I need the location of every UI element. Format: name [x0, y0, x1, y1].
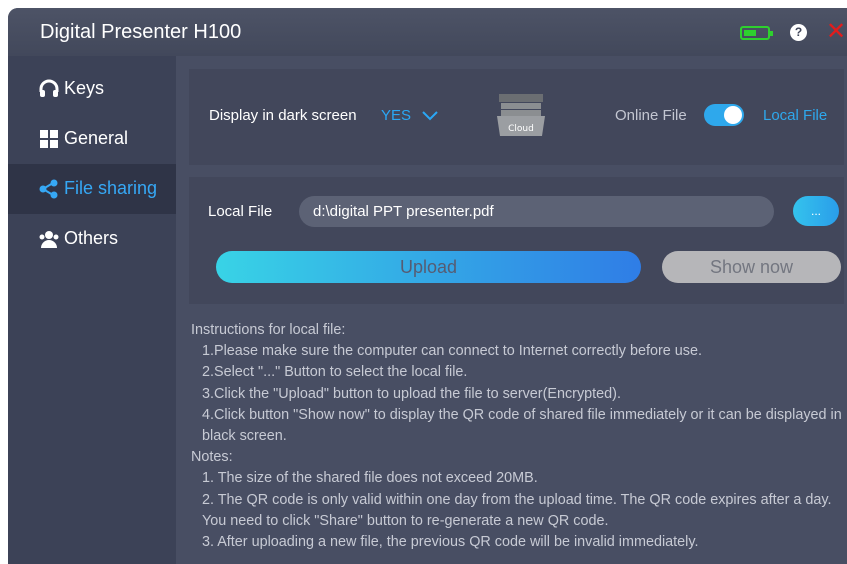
sidebar-item-general[interactable]: General	[8, 114, 176, 164]
instruction-step: 2.Select "..." Button to select the loca…	[202, 364, 468, 381]
file-upload-panel: Local File d:\digital PPT presenter.pdf …	[189, 177, 844, 304]
sidebar-item-label: File sharing	[64, 178, 158, 198]
share-icon	[39, 179, 58, 199]
instruction-step: 4.Click button "Show now" to display the…	[202, 406, 842, 445]
file-source-toggle[interactable]	[704, 104, 744, 126]
browse-button[interactable]: ...	[793, 196, 839, 226]
battery-level	[744, 30, 756, 36]
note-item: 3. After uploading a new file, the previ…	[202, 534, 699, 551]
note-item: 1. The size of the shared file does not …	[202, 470, 538, 487]
title-bar: Digital Presenter H100 ? ✕	[8, 8, 847, 56]
sidebar-item-label: Others	[64, 228, 119, 248]
instructions-text: Instructions for local file: 1.Please ma…	[191, 320, 843, 553]
online-file-label[interactable]: Online File	[615, 107, 687, 124]
file-path-input[interactable]: d:\digital PPT presenter.pdf	[299, 196, 774, 227]
display-settings-panel: Display in dark screen YES Cloud Online …	[189, 69, 844, 165]
sidebar-item-file-sharing[interactable]: File sharing	[8, 164, 176, 214]
main-content: Display in dark screen YES Cloud Online …	[176, 56, 847, 564]
battery-icon	[740, 26, 773, 40]
help-icon[interactable]: ?	[790, 24, 807, 41]
grid-icon	[40, 130, 58, 148]
sidebar-item-label: General	[64, 128, 129, 148]
notes-heading: Notes:	[191, 449, 233, 466]
instruction-step: 1.Please make sure the computer can conn…	[202, 343, 702, 360]
dark-screen-label: Display in dark screen	[209, 107, 357, 124]
note-item: 2. The QR code is only valid within one …	[202, 491, 832, 529]
dark-screen-value[interactable]: YES	[381, 107, 411, 124]
sidebar-item-label: Keys	[64, 78, 105, 98]
sidebar-item-keys[interactable]: Keys	[8, 64, 176, 114]
cloud-storage-icon[interactable]: Cloud	[496, 92, 546, 138]
users-icon	[39, 231, 59, 248]
chevron-down-icon[interactable]	[421, 109, 439, 123]
local-file-label[interactable]: Local File	[763, 107, 827, 124]
headset-icon	[39, 79, 59, 97]
local-file-field-label: Local File	[208, 203, 273, 220]
window-title: Digital Presenter H100	[40, 21, 242, 43]
upload-button[interactable]: Upload	[216, 251, 641, 283]
show-now-button[interactable]: Show now	[662, 251, 841, 283]
toggle-knob	[724, 106, 742, 124]
app-window: Digital Presenter H100 ? ✕ Keys General	[8, 8, 847, 564]
close-icon[interactable]: ✕	[826, 18, 846, 46]
sidebar: Keys General File sharing Others	[8, 56, 176, 564]
instructions-heading: Instructions for local file:	[191, 322, 346, 338]
instruction-step: 3.Click the "Upload" button to upload th…	[202, 385, 621, 402]
sidebar-item-others[interactable]: Others	[8, 214, 176, 264]
cloud-label: Cloud	[508, 124, 534, 134]
